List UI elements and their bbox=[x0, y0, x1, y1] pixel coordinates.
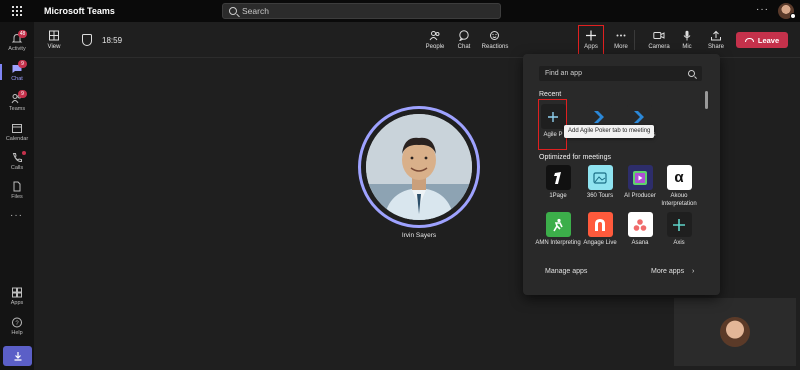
meeting-timer: 18:59 bbox=[102, 36, 123, 45]
play-icon bbox=[627, 165, 653, 190]
recent-section-title: Recent bbox=[539, 91, 562, 98]
meeting-toolbar: View 18:59 People Chat Reactions Apps Mo… bbox=[34, 22, 800, 58]
more-apps-label: More apps bbox=[651, 268, 685, 275]
emoji-icon bbox=[489, 30, 501, 41]
interpreter-icon bbox=[545, 212, 571, 237]
more-apps-icon[interactable]: ··· bbox=[10, 210, 23, 221]
scrollbar[interactable] bbox=[705, 91, 708, 109]
app-title: Microsoft Teams bbox=[44, 6, 115, 16]
more-button[interactable]: More bbox=[610, 22, 632, 58]
camera-button[interactable]: Camera bbox=[646, 22, 672, 58]
download-icon bbox=[14, 352, 21, 361]
speaker-tile[interactable] bbox=[358, 106, 480, 228]
more-label: More bbox=[614, 44, 628, 50]
plus-icon bbox=[666, 212, 692, 237]
alpha-icon: α bbox=[666, 165, 692, 190]
self-video bbox=[720, 317, 750, 347]
rail-item-teams[interactable]: Teams 9 bbox=[0, 88, 34, 116]
notification-badge: 9 bbox=[18, 60, 27, 68]
calendar-icon bbox=[11, 123, 23, 134]
people-label: People bbox=[425, 44, 445, 50]
reactions-button[interactable]: Reactions bbox=[480, 22, 510, 58]
ellipsis-icon bbox=[615, 30, 627, 41]
view-button[interactable]: View bbox=[42, 22, 66, 58]
apps-flyout: Find an app Recent Agile P Media Experie… bbox=[523, 54, 720, 295]
rail-item-label: Activity bbox=[8, 45, 26, 52]
angage-icon bbox=[587, 212, 613, 237]
rail-item-calendar[interactable]: Calendar bbox=[0, 118, 34, 146]
rail-item-label: Calendar bbox=[5, 135, 29, 142]
rail-item-label: Chat bbox=[11, 75, 23, 82]
rail-item-chat[interactable]: Chat 9 bbox=[0, 58, 34, 86]
apps-icon bbox=[11, 287, 23, 298]
people-button[interactable]: People bbox=[422, 22, 448, 58]
manage-apps-link[interactable]: Manage apps bbox=[545, 268, 587, 275]
layout-grid-icon bbox=[48, 30, 60, 41]
more-apps-link[interactable]: More apps › bbox=[651, 268, 694, 275]
app-rail: Activity 48 Chat 9 Teams 9 Calendar Call… bbox=[0, 22, 34, 370]
asana-icon bbox=[627, 212, 653, 237]
image-icon bbox=[587, 165, 613, 190]
rail-item-label: Apps bbox=[10, 299, 24, 306]
rail-item-label: Files bbox=[11, 193, 23, 200]
rail-item-label: Teams bbox=[8, 105, 26, 112]
apps-button-highlight bbox=[578, 25, 604, 55]
share-screen-icon bbox=[710, 30, 722, 41]
notification-badge: 48 bbox=[18, 30, 27, 38]
find-app-input[interactable]: Find an app bbox=[539, 66, 702, 81]
speaker-avatar bbox=[366, 114, 472, 220]
search-icon bbox=[229, 7, 237, 15]
missed-call-indicator bbox=[22, 151, 26, 155]
toolbar-divider bbox=[634, 30, 635, 50]
rail-item-label: Calls bbox=[10, 164, 24, 171]
mic-button[interactable]: Mic bbox=[677, 22, 697, 58]
rail-item-files[interactable]: Files bbox=[0, 176, 34, 204]
optimized-section-title: Optimized for meetings bbox=[539, 154, 611, 161]
help-icon: ? bbox=[11, 317, 23, 328]
rail-item-calls[interactable]: Calls bbox=[0, 147, 34, 175]
rail-item-help[interactable]: ? Help bbox=[0, 312, 34, 340]
search-icon bbox=[688, 70, 695, 77]
reactions-label: Reactions bbox=[481, 44, 509, 50]
presence-status-icon bbox=[790, 13, 796, 19]
mic-label: Mic bbox=[682, 44, 692, 50]
notification-badge: 9 bbox=[18, 90, 27, 98]
shield-icon bbox=[82, 34, 92, 46]
search-input[interactable]: Search bbox=[222, 3, 501, 19]
leave-label: Leave bbox=[757, 35, 780, 45]
app-tile-axis[interactable]: Axis bbox=[654, 212, 704, 248]
app-tile-akouo[interactable]: α Akouo Interpretation bbox=[654, 165, 704, 208]
recent-app-highlight bbox=[538, 99, 567, 150]
leave-button[interactable]: Leave bbox=[736, 32, 788, 48]
tooltip: Add Agile Poker tab to meeting bbox=[564, 125, 655, 138]
speaker-name: Irvin Sayers bbox=[401, 232, 437, 239]
more-options-icon[interactable]: ··· bbox=[756, 4, 769, 15]
chat-bubble-icon bbox=[458, 30, 470, 42]
search-placeholder: Search bbox=[242, 6, 269, 16]
download-button[interactable] bbox=[3, 346, 32, 366]
teams-window: Microsoft Teams Search ··· Activity 48 C… bbox=[0, 0, 800, 370]
people-icon bbox=[429, 30, 441, 41]
chevron-right-icon: › bbox=[692, 268, 695, 275]
share-button[interactable]: Share bbox=[705, 22, 727, 58]
svg-text:?: ? bbox=[15, 321, 19, 327]
app-label: Akouo Interpretation bbox=[661, 193, 697, 207]
self-view-tile[interactable] bbox=[674, 298, 796, 366]
app-launcher-icon[interactable] bbox=[0, 0, 34, 22]
view-label: View bbox=[47, 44, 61, 50]
camera-icon bbox=[653, 30, 665, 41]
rail-item-label: Help bbox=[11, 329, 23, 336]
rail-item-apps[interactable]: Apps bbox=[0, 282, 34, 310]
share-label: Share bbox=[707, 44, 724, 50]
file-icon bbox=[11, 181, 23, 192]
find-app-placeholder: Find an app bbox=[545, 70, 582, 77]
rail-item-activity[interactable]: Activity 48 bbox=[0, 28, 34, 56]
camera-label: Camera bbox=[648, 44, 670, 50]
microphone-icon bbox=[681, 30, 693, 41]
chat-button[interactable]: Chat bbox=[452, 22, 476, 58]
hang-up-icon bbox=[744, 38, 754, 42]
chat-label: Chat bbox=[457, 44, 471, 50]
app-label: Axis bbox=[673, 240, 685, 246]
1page-icon bbox=[545, 165, 571, 190]
